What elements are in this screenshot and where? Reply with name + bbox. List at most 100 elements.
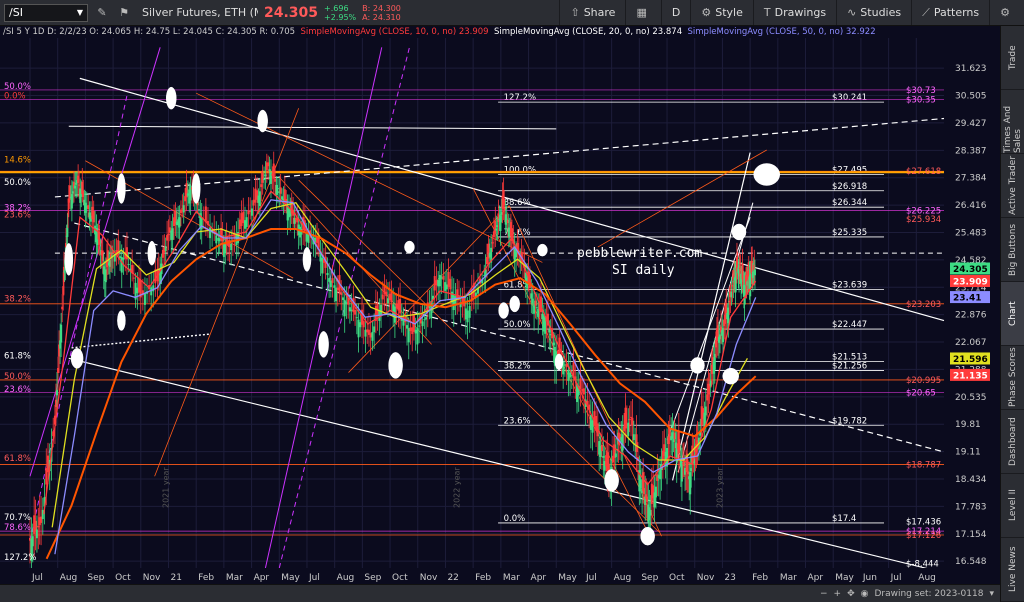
candle-body [143,293,146,305]
sma50-label[interactable]: SimpleMovingAvg (CLOSE, 50, 0, no) [688,27,844,37]
candle-body [335,287,338,302]
study-header: /SI 5 Y 1D D: 2/2/23 O: 24.065 H: 24.75 … [0,26,1000,38]
x-tick-label: Nov [143,573,161,583]
candle-body [56,389,59,396]
patterns-button[interactable]: ⟋ Patterns [911,0,989,25]
y-tick-label: 20.535 [955,393,987,403]
flag-icon[interactable]: ⚑ [116,5,132,21]
side-tab-level-ii[interactable]: Level II [1001,474,1024,538]
candle-body [581,388,584,392]
candle-body [350,309,353,311]
y-tick-label: 22.876 [955,311,987,321]
candle-body [215,235,218,244]
x-tick-label: 22 [447,573,458,583]
grid-button[interactable]: ▦ [625,0,660,25]
studies-icon: ∿ [847,6,857,19]
candle-body [589,415,592,430]
candle-body [381,294,384,300]
fib-level-pct: 100.0% [504,166,536,176]
studies-button[interactable]: ∿ Studies [836,0,911,25]
side-tab-dashboard[interactable]: Dashboard [1001,410,1024,474]
candle-body [591,420,594,433]
y-tick-label: 25.483 [955,228,987,238]
candle-body [179,209,182,214]
share-button[interactable]: ⇧ Share [559,0,625,25]
sma20-label[interactable]: SimpleMovingAvg (CLOSE, 20, 0, no) [494,27,650,37]
period-label: D [671,6,681,19]
annotation-ellipse [117,310,126,331]
annotation-ellipse [64,243,74,276]
side-tab-times-and-sales[interactable]: Times And Sales [1001,90,1024,154]
x-tick-label: Mar [780,573,797,583]
style-button[interactable]: ⚙ Style [690,0,753,25]
side-tabs: Trade Times And Sales Active Trader Big But… [1000,26,1024,602]
candle-body [275,184,278,195]
candle-body [258,191,261,206]
annotation-ellipse [690,357,705,374]
annotation-ellipse [70,348,84,369]
candle-body [341,297,344,301]
symbol-dropdown-icon[interactable]: ▼ [77,8,83,17]
side-tab-live-news[interactable]: Live News [1001,538,1024,602]
candle-body [127,263,130,265]
zoom-in-icon[interactable]: + [834,589,842,599]
drawing-set-dropdown-icon[interactable]: ▾ [989,589,994,599]
candle-body [138,278,141,293]
drag-icon[interactable]: ✥ [847,589,855,599]
candle-body [452,294,455,311]
side-tab-phase-scores[interactable]: Phase Scores [1001,346,1024,410]
bid-price: B: 24.300 [362,3,401,13]
drawings-button[interactable]: T Drawings [752,0,836,25]
side-tab-big-buttons[interactable]: Big Buttons [1001,218,1024,282]
candle-body [204,206,207,223]
edit-icon[interactable]: ✎ [94,5,110,21]
settings-button[interactable]: ⚙ [989,0,1024,25]
side-tab-active-trader[interactable]: Active Trader [1001,154,1024,218]
zoom-out-icon[interactable]: − [820,589,828,599]
last-price: 24.305 [264,4,319,21]
share-label: Share [583,6,616,19]
candle-body [654,486,657,498]
candle-body [411,327,414,335]
candle-body [242,211,245,224]
fib-level-value: $26.918 [832,182,867,192]
fib-level-pct: 0.0% [504,514,526,524]
y-tick-label: 29.427 [955,119,987,129]
year-marker: 2023 year [715,467,724,508]
period-button[interactable]: D [660,0,690,25]
annotation-ellipse [537,243,548,257]
fib-level-value: $19.782 [832,416,867,426]
camera-icon[interactable]: ◉ [861,589,869,599]
candle-body [614,453,617,458]
candle-body [435,280,438,286]
sma10-label[interactable]: SimpleMovingAvg (CLOSE, 10, 0, no) [300,27,456,37]
annotation-ellipse [166,86,177,110]
x-tick-label: Sep [364,573,381,583]
candle-body [567,369,570,381]
symbol-input[interactable]: /SI ▼ [4,3,88,22]
x-tick-label: Feb [475,573,491,583]
side-tab-chart[interactable]: Chart [1001,282,1024,346]
drawing-set-label[interactable]: Drawing set: 2023-0118 [874,589,983,599]
x-tick-label: Oct [669,573,685,583]
candle-body [437,280,440,287]
x-tick-label: 23 [724,573,735,583]
candle-body [369,333,372,338]
candle-body [345,302,348,304]
candle-body [359,322,362,328]
y-tick-label: 19.11 [955,448,981,458]
candle-body [531,298,534,304]
left-fib-label: 0.0% [4,91,26,101]
candle-body [639,479,642,489]
candle-body [357,319,360,338]
candle-body [245,217,248,227]
candle-body [261,172,264,183]
price-chart[interactable]: 31.623 30.505 29.427 28.387 27.384 26.416 25.4… [0,38,1000,584]
candle-body [364,329,367,337]
price-badge: 23.909 [953,278,988,288]
candle-body [336,287,339,291]
side-tab-trade[interactable]: Trade [1001,26,1024,90]
candle-body [122,257,125,260]
bottom-bar: − + ✥ ◉ Drawing set: 2023-0118 ▾ [0,584,1000,602]
annotation-ellipse [257,109,268,133]
